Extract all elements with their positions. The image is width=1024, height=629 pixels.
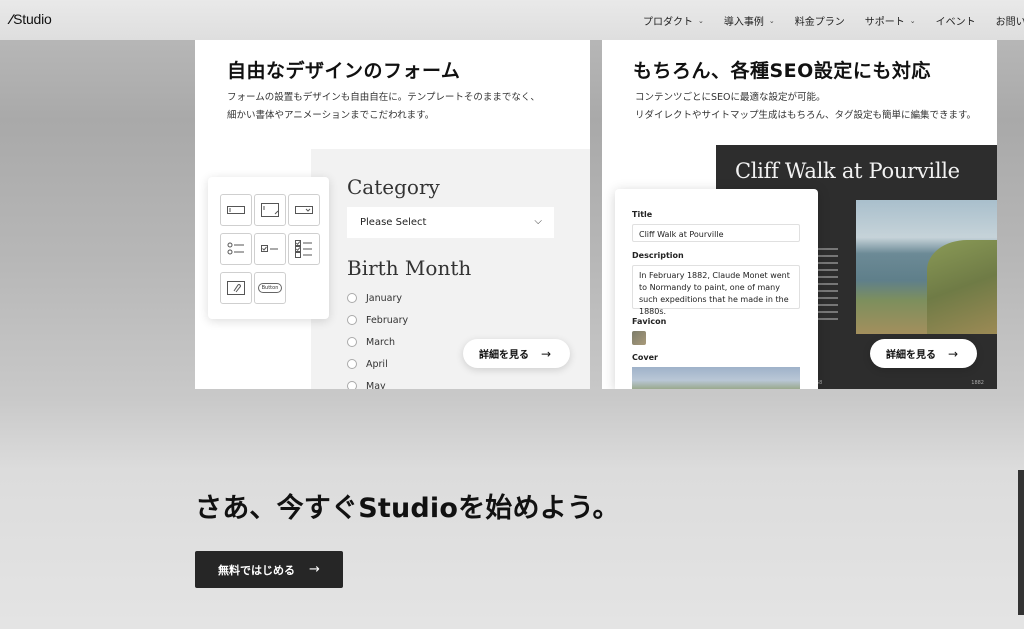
text-input-element-icon[interactable]	[220, 194, 252, 226]
nav-label: 導入事例	[723, 17, 764, 28]
nav-label: イベント	[935, 17, 976, 28]
checkbox-group-element-icon[interactable]	[288, 233, 320, 265]
title-field-input[interactable]: Cliff Walk at Pourville	[632, 224, 800, 242]
radio-label: January	[366, 292, 403, 304]
logo-slash-icon: ∕	[10, 11, 13, 27]
preview-footer-right: 1882	[971, 380, 984, 386]
radio-circle-icon	[347, 293, 357, 303]
radio-label: February	[366, 314, 409, 326]
nav-item-product[interactable]: プロダクト ⌄	[643, 13, 704, 29]
chevron-down-icon: ⌄	[768, 16, 775, 25]
radio-label: April	[366, 358, 388, 370]
category-label: Category	[347, 175, 440, 199]
nav-label: 料金プラン	[794, 17, 845, 28]
nav-item-pricing[interactable]: 料金プラン	[795, 13, 845, 28]
radio-circle-icon	[347, 315, 357, 325]
cliff-shape	[927, 240, 997, 334]
form-feature-card: 自由なデザインのフォーム フォームの設置もデザインも自由自在に。テンプレートその…	[195, 40, 590, 389]
radio-label: March	[366, 336, 395, 348]
top-navigation-bar: ∕Studio プロダクト ⌄ 導入事例 ⌄ 料金プラン サポート ⌄ イベント お問…	[0, 0, 1024, 40]
arrow-right-icon: →	[309, 562, 320, 577]
card-title: 自由なデザインのフォーム	[227, 60, 461, 82]
radio-option[interactable]: February	[347, 309, 408, 331]
start-free-button[interactable]: 無料ではじめる →	[195, 551, 343, 588]
details-button-label: 詳細を見る	[886, 350, 936, 361]
arrow-right-icon: →	[541, 346, 552, 361]
main-nav: プロダクト ⌄ 導入事例 ⌄ 料金プラン サポート ⌄ イベント お問い合わせ	[643, 13, 1024, 29]
chevron-down-icon: ⌵	[534, 216, 542, 227]
radio-circle-icon	[347, 381, 357, 389]
description-field-label: Description	[632, 251, 684, 260]
favicon-field-label: Favicon	[632, 317, 667, 326]
chevron-down-icon: ⌄	[698, 16, 704, 25]
nav-label: サポート	[864, 17, 905, 28]
category-select[interactable]: Please Select ⌵	[347, 207, 554, 238]
scrollbar-edge[interactable]	[1018, 470, 1024, 615]
form-details-button[interactable]: 詳細を見る →	[463, 339, 570, 368]
select-element-icon[interactable]	[288, 194, 320, 226]
chevron-down-icon: ⌄	[909, 16, 916, 25]
form-element-palette: Button	[208, 177, 329, 319]
nav-label: お問い合わせ	[995, 17, 1024, 28]
file-attach-element-icon[interactable]	[220, 272, 252, 304]
nav-item-support[interactable]: サポート ⌄	[864, 13, 916, 29]
nav-item-events[interactable]: イベント	[936, 13, 976, 28]
textarea-element-icon[interactable]	[254, 194, 286, 226]
radio-label: May	[366, 380, 386, 390]
description-field-input[interactable]: In February 1882, Claude Monet went to N…	[632, 265, 800, 316]
nav-label: プロダクト	[643, 17, 693, 28]
radio-option[interactable]: March	[347, 331, 408, 353]
card-description-line-1: コンテンツごとにSEOに最適な設定が可能。	[635, 92, 826, 103]
month-radio-group: January February March April May	[347, 287, 408, 389]
radio-option[interactable]: May	[347, 375, 408, 389]
nav-item-case-studies[interactable]: 導入事例 ⌄	[723, 13, 775, 29]
nav-item-contact[interactable]: お問い合わせ	[996, 13, 1024, 28]
start-free-label: 無料ではじめる	[218, 563, 296, 577]
card-description-line-2: 細かい書体やアニメーションまでこだわれます。	[227, 110, 435, 121]
preview-body-text	[816, 248, 846, 325]
seo-details-button[interactable]: 詳細を見る →	[870, 339, 977, 368]
arrow-right-icon: →	[948, 346, 959, 361]
birth-month-label: Birth Month	[347, 256, 472, 280]
cms-fields-panel: Title Cliff Walk at Pourville Descriptio…	[615, 189, 818, 389]
seo-feature-card: もちろん、各種SEO設定にも対応 コンテンツごとにSEOに最適な設定が可能。 リ…	[602, 40, 997, 389]
radio-circle-icon	[347, 359, 357, 369]
radio-circle-icon	[347, 337, 357, 347]
title-field-label: Title	[632, 210, 653, 219]
button-chip-label: Button	[257, 283, 283, 293]
logo-text: Studio	[13, 11, 52, 27]
button-element-icon[interactable]: Button	[254, 272, 286, 304]
radio-element-icon[interactable]	[220, 233, 252, 265]
favicon-thumbnail[interactable]	[632, 331, 646, 345]
radio-option[interactable]: January	[347, 287, 408, 309]
select-placeholder: Please Select	[360, 217, 427, 228]
card-description-line-2: リダイレクトやサイトマップ生成はもちろん、タグ設定も簡単に編集できます。	[635, 110, 977, 121]
card-title: もちろん、各種SEO設定にも対応	[633, 60, 931, 82]
painting-image	[856, 200, 997, 334]
preview-title: Cliff Walk at Pourville	[735, 159, 960, 183]
checkbox-element-icon[interactable]	[254, 233, 286, 265]
cta-heading: さあ、今すぐStudioを始めよう。	[195, 493, 620, 524]
cover-field-label: Cover	[632, 353, 658, 362]
cover-image-thumbnail[interactable]	[632, 367, 800, 389]
card-description-line-1: フォームの設置もデザインも自由自在に。テンプレートそのままでなく、	[227, 92, 540, 103]
details-button-label: 詳細を見る	[479, 350, 529, 361]
radio-option[interactable]: April	[347, 353, 408, 375]
studio-logo[interactable]: ∕Studio	[10, 11, 52, 27]
